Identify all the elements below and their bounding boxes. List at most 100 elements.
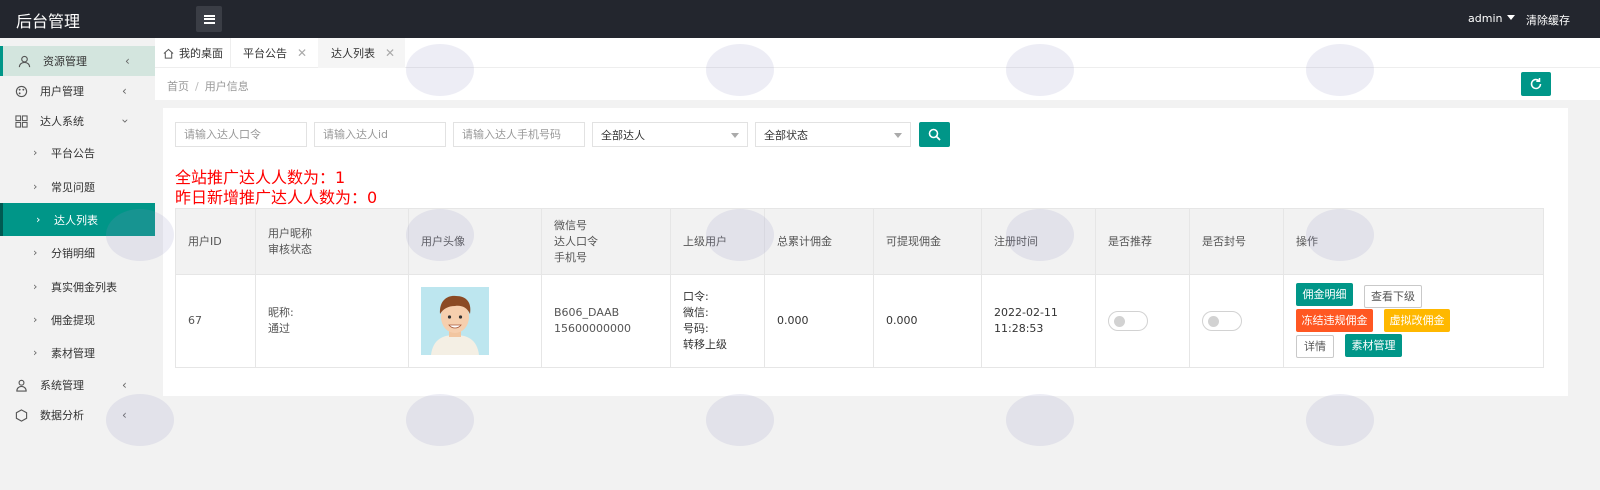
sidebar-sub-material[interactable]: › 素材管理 (0, 336, 155, 369)
chevron-down-icon: ‹ (117, 118, 132, 124)
sidebar-item-label: 平台公告 (51, 146, 95, 160)
content-card: 全部达人 全部状态 全站推广达人人数为：1 昨日新增推广达人人数为：0 用户ID… (163, 108, 1568, 396)
clear-cache-link[interactable]: 清除缓存 (1526, 12, 1570, 28)
close-icon[interactable]: ✕ (385, 46, 395, 60)
tab-divider (230, 38, 231, 68)
reg-time: 11:28:53 (994, 322, 1044, 335)
stat-yesterday: 昨日新增推广达人人数为：0 (175, 188, 378, 207)
cell-nickname: 昵称: 通过 (255, 274, 409, 368)
table-row: 67 昵称: 通过 B606_DAAB 15600000000 口令: 微信: … (175, 274, 1544, 368)
select-value: 全部状态 (764, 128, 808, 142)
toggle-knob (1114, 316, 1125, 327)
hexagon-icon (15, 408, 28, 422)
sidebar-item-label: 达人系统 (40, 115, 84, 128)
col-avatar: 用户头像 (408, 208, 542, 275)
sidebar-sub-talent-list[interactable]: › 达人列表 (0, 203, 155, 236)
tab-label: 平台公告 (243, 47, 287, 60)
commission-detail-button[interactable]: 佣金明细 (1296, 283, 1353, 306)
sidebar-sub-withdraw[interactable]: › 佣金提现 (0, 303, 155, 336)
breadcrumb-bar: 首页 / 用户信息 (155, 68, 1600, 100)
palette-icon (15, 85, 28, 97)
status-select[interactable]: 全部状态 (755, 122, 911, 147)
talent-type-select[interactable]: 全部达人 (592, 122, 748, 147)
sidebar-sub-commission-list[interactable]: › 真实佣金列表 (0, 270, 155, 303)
sidebar-sub-announcement[interactable]: › 平台公告 (0, 136, 155, 169)
chevron-down-icon (731, 133, 739, 138)
token-search-input[interactable] (175, 122, 307, 147)
sidebar-item-resource[interactable]: 资源管理 ‹ (0, 46, 155, 76)
id-search-input[interactable] (314, 122, 446, 147)
chevron-left-icon: ‹ (122, 84, 127, 98)
banned-toggle[interactable] (1202, 311, 1242, 331)
cell-avatar (408, 274, 542, 368)
view-subordinates-button[interactable]: 查看下级 (1364, 285, 1422, 308)
sidebar-item-label: 常见问题 (51, 180, 95, 194)
sidebar-item-talent-system[interactable]: 达人系统 ‹ (0, 106, 155, 136)
table-header-row: 用户ID 用户昵称 审核状态 用户头像 微信号 达人口令 手机号 上级用户 总累计佣金… (175, 208, 1544, 275)
chevron-right-icon: › (33, 180, 38, 193)
col-user-id: 用户ID (175, 208, 256, 275)
user-icon (18, 55, 31, 67)
user-menu[interactable]: admin (1468, 12, 1516, 25)
sidebar-sub-faq[interactable]: › 常见问题 (0, 170, 155, 203)
col-banned: 是否封号 (1189, 208, 1284, 275)
search-button[interactable] (919, 122, 950, 147)
refresh-icon (1530, 78, 1542, 90)
menu-toggle-button[interactable] (196, 6, 222, 32)
col-ops: 操作 (1283, 208, 1544, 275)
reg-date: 2022-02-11 (994, 306, 1058, 319)
sidebar-item-label: 素材管理 (51, 346, 95, 360)
breadcrumb-home[interactable]: 首页 (167, 80, 189, 93)
cell-reg-time: 2022-02-11 11:28:53 (981, 274, 1096, 368)
phone-search-input[interactable] (453, 122, 585, 147)
cell-ops: 佣金明细 查看下级 冻结违规佣金 虚拟改佣金 详情 素材管理 (1283, 274, 1544, 368)
breadcrumb-current: 用户信息 (204, 80, 249, 93)
detail-button[interactable]: 详情 (1296, 335, 1334, 358)
chevron-left-icon: ‹ (122, 378, 127, 392)
top-bar: 后台管理 admin 清除缓存 (0, 0, 1600, 38)
tab-bar: 我的桌面 平台公告 ✕ 达人列表 ✕ (155, 38, 1600, 68)
person-icon (16, 379, 27, 392)
sidebar-item-label: 分销明细 (51, 246, 95, 260)
cell-recommend (1095, 274, 1190, 368)
col-nickname: 用户昵称 审核状态 (255, 208, 409, 275)
hamburger-icon (203, 14, 215, 24)
sidebar-item-label: 佣金提现 (51, 313, 95, 327)
col-withdrawable: 可提现佣金 (873, 208, 982, 275)
col-label: 微信号 (554, 218, 587, 232)
chevron-right-icon: › (33, 146, 38, 159)
talent-table: 用户ID 用户昵称 审核状态 用户头像 微信号 达人口令 手机号 上级用户 总累计佣金… (175, 208, 1544, 368)
material-manage-button[interactable]: 素材管理 (1345, 334, 1402, 357)
col-total-commission: 总累计佣金 (764, 208, 874, 275)
sidebar-item-label: 数据分析 (40, 409, 84, 422)
phone-number: 15600000000 (554, 322, 631, 335)
freeze-commission-button[interactable]: 冻结违规佣金 (1296, 309, 1373, 332)
tab-announcement[interactable]: 平台公告 ✕ (243, 38, 307, 68)
col-label: 审核状态 (268, 242, 312, 256)
transfer-parent-link[interactable]: 转移上级 (683, 338, 727, 351)
home-icon (163, 48, 174, 59)
sidebar-item-label: 真实佣金列表 (51, 280, 117, 294)
chevron-left-icon: ‹ (122, 408, 127, 422)
avatar-image (421, 287, 489, 355)
sidebar-item-analytics[interactable]: 数据分析 ‹ (0, 400, 155, 430)
tab-talent-list[interactable]: 达人列表 ✕ (318, 38, 405, 68)
refresh-button[interactable] (1521, 72, 1551, 96)
user-name: admin (1468, 12, 1503, 25)
caret-down-icon (1507, 15, 1516, 20)
chevron-right-icon: › (33, 346, 38, 359)
avatar (421, 287, 489, 355)
close-icon[interactable]: ✕ (297, 46, 307, 60)
sidebar-item-system[interactable]: 系统管理 ‹ (0, 370, 155, 400)
sidebar-item-users[interactable]: 用户管理 ‹ (0, 76, 155, 106)
nickname-text: 昵称: (268, 306, 294, 319)
col-reg-time: 注册时间 (981, 208, 1096, 275)
chevron-right-icon: › (33, 313, 38, 326)
search-icon (928, 128, 941, 141)
recommend-toggle[interactable] (1108, 311, 1148, 331)
tab-desktop[interactable]: 我的桌面 (163, 38, 223, 68)
virtual-commission-button[interactable]: 虚拟改佣金 (1384, 309, 1450, 332)
chevron-right-icon: › (36, 213, 41, 226)
sidebar-sub-distribution[interactable]: › 分销明细 (0, 236, 155, 269)
toggle-knob (1208, 316, 1219, 327)
